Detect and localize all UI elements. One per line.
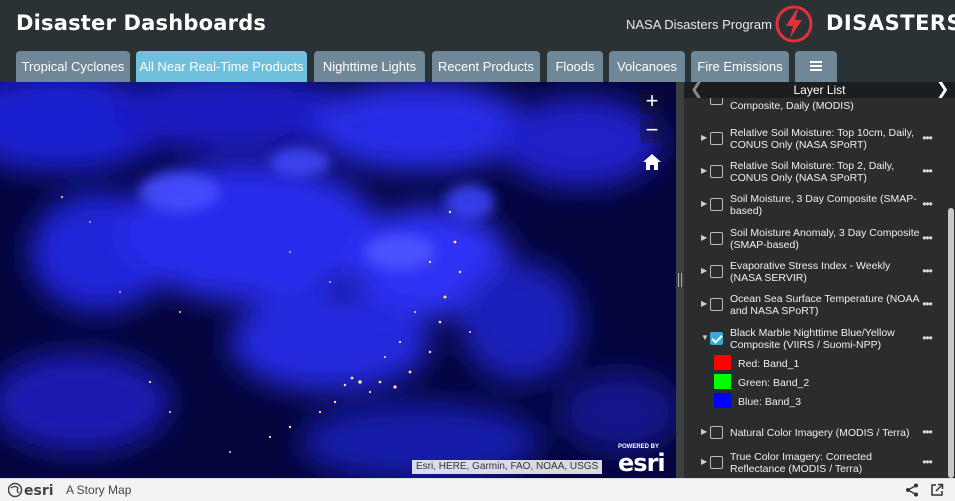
layer-item[interactable]: ▶ Evaporative Stress Index - Weekly (NAS…	[684, 257, 946, 287]
layer-name: True Color Imagery: Corrected Reflectanc…	[730, 451, 872, 475]
app-title: Disaster Dashboards	[16, 11, 267, 35]
zoom-out-button[interactable]: −	[640, 119, 664, 143]
layer-item[interactable]: ▶ Soil Moisture, 3 Day Composite (SMAP-b…	[684, 190, 946, 220]
collapse-caret-icon[interactable]: ▼	[701, 333, 709, 342]
tab-recent-products[interactable]: Recent Products	[432, 51, 540, 82]
panel-splitter-handle[interactable]	[676, 82, 684, 478]
layer-name: Soil Moisture, 3 Day Composite (SMAP-bas…	[730, 193, 917, 217]
disasters-logo-icon	[775, 5, 813, 43]
app: Disaster Dashboards NASA Disasters Progr…	[0, 0, 955, 501]
layer-checkbox[interactable]	[710, 98, 723, 105]
layer-checkbox[interactable]	[710, 298, 723, 311]
layer-name: Black Marble Nighttime Blue/Yellow Compo…	[730, 327, 895, 351]
tab-menu-button[interactable]	[795, 51, 837, 82]
layer-name: Relative Soil Moisture: Top 10cm, Daily,…	[730, 127, 915, 151]
layer-legend: Red: Band_1 Green: Band_2 Blue: Band_3	[684, 354, 946, 414]
program-name: NASA Disasters Program	[626, 17, 772, 32]
zoom-in-button[interactable]: +	[640, 90, 664, 114]
esri-footer-logo-text: esri	[24, 483, 54, 498]
layer-checkbox[interactable]	[710, 232, 723, 245]
esri-footer-logo[interactable]: esri	[8, 482, 60, 498]
expand-caret-icon[interactable]: ▶	[701, 233, 707, 242]
layer-list-scrollbar[interactable]	[946, 98, 955, 478]
scrollbar-thumb[interactable]	[948, 208, 954, 478]
layer-checkbox[interactable]	[710, 426, 723, 439]
expand-caret-icon[interactable]: ▶	[701, 299, 707, 308]
layer-list-header: ❮ Layer List ❯	[684, 82, 955, 98]
layer-item[interactable]: ▼ Black Marble Nighttime Blue/Yellow Com…	[684, 324, 946, 354]
expand-caret-icon[interactable]: ▶	[701, 133, 707, 142]
layer-options-icon[interactable]: •••	[920, 231, 934, 245]
expand-caret-icon[interactable]: ▶	[701, 427, 707, 436]
tab-fire-emissions[interactable]: Fire Emissions	[691, 51, 789, 82]
layer-name: Composite, Daily (MODIS)	[730, 100, 854, 112]
hamburger-menu-icon	[810, 61, 822, 63]
map-attribution: Esri, HERE, Garmin, FAO, NOAA, USGS	[412, 460, 603, 474]
expand-caret-icon[interactable]: ▶	[701, 457, 707, 466]
legend-swatch-blue	[714, 393, 731, 408]
tab-bar: Tropical Cyclones All Near Real-Time Pro…	[0, 48, 955, 82]
layer-item[interactable]: ▶ Relative Soil Moisture: Top 2, Daily, …	[684, 157, 946, 187]
layer-item[interactable]: ▶ True Color Imagery: Corrected Reflecta…	[684, 448, 946, 478]
header: Disaster Dashboards NASA Disasters Progr…	[0, 0, 955, 48]
layer-item[interactable]: Composite, Daily (MODIS)	[684, 98, 946, 114]
story-map-label: A Story Map	[66, 483, 132, 497]
layer-name: Natural Color Imagery (MODIS / Terra)	[730, 427, 910, 439]
layer-options-icon[interactable]: •••	[920, 164, 934, 178]
next-chevron-icon[interactable]: ❯	[936, 82, 949, 98]
layer-item[interactable]: ▶ Natural Color Imagery (MODIS / Terra) …	[684, 420, 946, 444]
home-icon	[643, 154, 661, 170]
layer-checkbox[interactable]	[710, 165, 723, 178]
layer-checkbox[interactable]	[710, 456, 723, 469]
tab-tropical-cyclones[interactable]: Tropical Cyclones	[16, 51, 130, 82]
legend-label: Blue: Band_3	[738, 396, 802, 408]
expand-caret-icon[interactable]: ▶	[701, 166, 707, 175]
layer-item[interactable]: ▶ Soil Moisture Anomaly, 3 Day Composite…	[684, 224, 946, 254]
tab-volcanoes[interactable]: Volcanoes	[609, 51, 685, 82]
legend-label: Green: Band_2	[738, 377, 810, 389]
layer-name: Relative Soil Moisture: Top 2, Daily, CO…	[730, 160, 895, 184]
layer-options-icon[interactable]: •••	[920, 131, 934, 145]
layer-options-icon[interactable]: •••	[920, 455, 934, 469]
footer: esri A Story Map	[0, 478, 955, 501]
expand-caret-icon[interactable]: ▶	[701, 199, 707, 208]
layer-options-icon[interactable]: •••	[920, 197, 934, 211]
layer-name: Ocean Sea Surface Temperature (NOAA and …	[730, 293, 919, 317]
layer-list-title: Layer List	[793, 83, 846, 97]
layer-options-icon[interactable]: •••	[920, 264, 934, 278]
legend-label: Red: Band_1	[738, 358, 800, 370]
legend-swatch-red	[714, 355, 731, 370]
layer-options-icon[interactable]: •••	[920, 425, 934, 439]
esri-map-logo: esri	[618, 449, 666, 477]
layer-name: Soil Moisture Anomaly, 3 Day Composite (…	[730, 227, 920, 251]
layer-options-icon[interactable]: •••	[920, 331, 934, 345]
layer-item[interactable]: ▶ Ocean Sea Surface Temperature (NOAA an…	[684, 290, 946, 320]
layer-list-panel: ❮ Layer List ❯ Composite, Daily (MODIS) …	[684, 82, 955, 478]
nighttime-satellite-map	[0, 82, 676, 478]
layer-checkbox-checked[interactable]	[710, 332, 723, 345]
share-icon[interactable]	[905, 483, 919, 497]
esri-powered-by-logo: POWERED BY esri	[618, 444, 666, 477]
expand-caret-icon[interactable]: ▶	[701, 266, 707, 275]
home-button[interactable]	[640, 150, 664, 174]
layer-list[interactable]: Composite, Daily (MODIS) ▶ Relative Soil…	[684, 98, 946, 478]
tab-all-near-real-time-products[interactable]: All Near Real-Time Products	[136, 51, 307, 82]
layer-checkbox[interactable]	[710, 265, 723, 278]
layer-name: Evaporative Stress Index - Weekly (NASA …	[730, 260, 891, 284]
layer-item[interactable]: ▶ Relative Soil Moisture: Top 10cm, Dail…	[684, 124, 946, 154]
tab-floods[interactable]: Floods	[547, 51, 603, 82]
map-view[interactable]: + − POWERED BY esri Esri, HERE, Garmin, …	[0, 82, 676, 478]
legend-swatch-green	[714, 374, 731, 389]
layer-checkbox[interactable]	[710, 132, 723, 145]
disasters-logo-text: DISASTERS	[826, 11, 955, 35]
layer-options-icon[interactable]: •••	[920, 297, 934, 311]
layer-checkbox[interactable]	[710, 198, 723, 211]
open-new-window-icon[interactable]	[930, 483, 944, 497]
tab-nighttime-lights[interactable]: Nighttime Lights	[314, 51, 425, 82]
